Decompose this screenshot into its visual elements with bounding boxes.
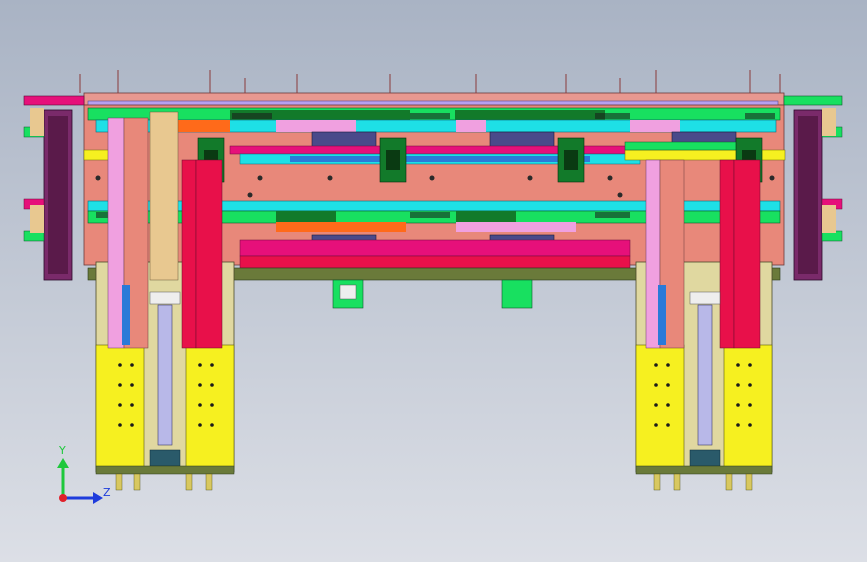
top-sensor-rods (79, 70, 781, 93)
triad-origin (59, 494, 67, 502)
top-plate-group (23, 70, 843, 109)
right-side-frame (793, 108, 843, 281)
bottom-motors (332, 279, 533, 309)
left-top-rail (23, 95, 85, 106)
right-cylinder (697, 304, 713, 446)
triad-y-arrowhead (57, 458, 69, 468)
bottom-motor-right (501, 279, 533, 309)
triad-y-label: Y (58, 444, 66, 457)
machine-assembly-front-view: Y Z (23, 70, 843, 504)
left-leg-assembly (95, 111, 235, 491)
upper-rail-band (87, 107, 781, 133)
cad-viewport[interactable]: Y Z (0, 0, 867, 562)
left-cylinder (157, 304, 173, 446)
triad-z-arrowhead (93, 492, 103, 504)
triad-z-label: Z (103, 486, 111, 499)
right-top-rail (783, 95, 843, 106)
left-side-frame (23, 108, 73, 281)
